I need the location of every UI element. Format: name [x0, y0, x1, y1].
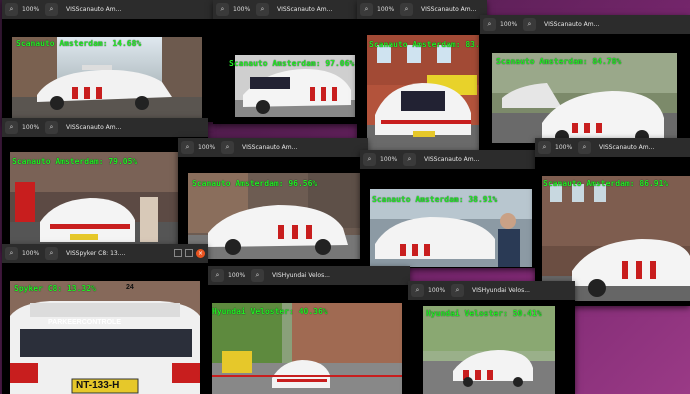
detection-label: Scanauto Amsterdam: 83.55%: [369, 40, 487, 49]
window-titlebar[interactable]: ⌕ 100% ⌕ VISScanauto Am...: [2, 0, 214, 20]
zoom-level: 100%: [198, 144, 216, 151]
photo-hyundai: [212, 303, 402, 394]
detection-label: Scanauto Amsterdam: 14.68%: [16, 39, 142, 48]
detection-label: Scanauto Amsterdam: 96.56%: [192, 179, 318, 188]
image-canvas: Scanauto Amsterdam: 38.91%: [360, 169, 540, 268]
zoom-out-icon[interactable]: ⌕: [411, 284, 424, 297]
maximize-icon[interactable]: [185, 249, 193, 257]
window-title: VISScanauto Am...: [544, 21, 600, 28]
zoom-in-icon[interactable]: ⌕: [45, 3, 58, 16]
zoom-in-icon[interactable]: ⌕: [45, 121, 58, 134]
detection-label: Hyundai Veloster: 50.41%: [426, 309, 542, 318]
zoom-out-icon[interactable]: ⌕: [5, 3, 18, 16]
detection-label: Spyker C8: 13.32%: [14, 284, 96, 293]
zoom-level: 100%: [428, 287, 446, 294]
viewer-window-10[interactable]: ⌕ 100% ⌕ VISHyundai Velos... Hyundai Vel…: [208, 266, 410, 394]
window-title: VISScanauto Am...: [424, 156, 480, 163]
photo-scanauto: [367, 35, 479, 151]
zoom-out-icon[interactable]: ⌕: [363, 153, 376, 166]
window-titlebar[interactable]: ⌕ 100% ⌕ VISHyundai Velos...: [208, 266, 410, 286]
photo-hyundai: [423, 306, 555, 394]
detection-label: Scanauto Amsterdam: 97.06%: [229, 59, 355, 68]
window-titlebar[interactable]: ⌕ 100% ⌕ VISHyundai Velos...: [408, 281, 575, 301]
image-canvas: Hyundai Veloster: 40.36%: [208, 285, 410, 394]
detection-label: Scanauto Amsterdam: 38.91%: [372, 195, 498, 204]
photo-scanauto: [10, 152, 180, 247]
window-titlebar[interactable]: ⌕ 100% ⌕ VISScanauto Am...: [357, 0, 487, 20]
photo-scanauto: [492, 53, 677, 143]
window-titlebar[interactable]: ⌕ 100% ⌕ VISScanauto Am...: [535, 138, 690, 158]
detection-label: Scanauto Amsterdam: 86.91%: [543, 179, 669, 188]
window-titlebar[interactable]: ⌕ 100% ⌕ VISScanauto Am...: [480, 15, 690, 35]
zoom-out-icon[interactable]: ⌕: [483, 18, 496, 31]
viewer-window-9[interactable]: ⌕ 100% ⌕ VISSpyker C8: 13.... × PARKEERC…: [2, 244, 208, 394]
zoom-out-icon[interactable]: ⌕: [360, 3, 373, 16]
zoom-in-icon[interactable]: ⌕: [523, 18, 536, 31]
zoom-out-icon[interactable]: ⌕: [538, 141, 551, 154]
window-titlebar[interactable]: ⌕ 100% ⌕ VISScanauto Am...: [213, 0, 359, 20]
window-titlebar[interactable]: ⌕ 100% ⌕ VISScanauto Am...: [360, 150, 540, 170]
zoom-level: 100%: [500, 21, 518, 28]
close-icon[interactable]: ×: [196, 249, 205, 258]
detection-label: Scanauto Amsterdam: 79.05%: [12, 157, 138, 166]
image-canvas: Scanauto Amsterdam: 84.78%: [480, 34, 690, 155]
parkeercontrole-text: PARKEERCONTROLE: [48, 319, 121, 326]
zoom-out-icon[interactable]: ⌕: [5, 121, 18, 134]
zoom-in-icon[interactable]: ⌕: [45, 247, 58, 260]
window-title: VISHyundai Velos...: [472, 287, 530, 294]
detection-label: Hyundai Veloster: 40.36%: [212, 307, 328, 316]
zoom-in-icon[interactable]: ⌕: [403, 153, 416, 166]
zoom-out-icon[interactable]: ⌕: [211, 269, 224, 282]
window-titlebar[interactable]: ⌕ 100% ⌕ VISScanauto Am...: [178, 138, 368, 158]
zoom-level: 100%: [380, 156, 398, 163]
image-canvas: Scanauto Amsterdam: 97.06%: [213, 19, 359, 124]
zoom-level: 100%: [22, 6, 40, 13]
minimize-icon[interactable]: [174, 249, 182, 257]
zoom-level: 100%: [228, 272, 246, 279]
zoom-level: 100%: [555, 144, 573, 151]
viewer-window-11[interactable]: ⌕ 100% ⌕ VISHyundai Velos... Hyundai Vel…: [408, 281, 575, 394]
window-titlebar[interactable]: ⌕ 100% ⌕ VISSpyker C8: 13.... ×: [2, 244, 208, 264]
viewer-window-1[interactable]: ⌕ 100% ⌕ VISScanauto Am... Scanauto Amst…: [2, 0, 214, 122]
viewer-window-3[interactable]: ⌕ 100% ⌕ VISScanauto Am... Scanauto Amst…: [357, 0, 487, 160]
zoom-in-icon[interactable]: ⌕: [578, 141, 591, 154]
zoom-in-icon[interactable]: ⌕: [221, 141, 234, 154]
image-canvas: PARKEERCONTROLE 24 NT-133-H Spyker C8: 1…: [2, 263, 208, 394]
zoom-level: 100%: [377, 6, 395, 13]
window-title: VISScanauto Am...: [66, 6, 122, 13]
image-canvas: Scanauto Amsterdam: 14.68%: [2, 19, 214, 122]
image-canvas: Scanauto Amsterdam: 83.55%: [357, 19, 487, 160]
zoom-in-icon[interactable]: ⌕: [451, 284, 464, 297]
zoom-in-icon[interactable]: ⌕: [251, 269, 264, 282]
zoom-out-icon[interactable]: ⌕: [5, 247, 18, 260]
window-title: VISScanauto Am...: [277, 6, 333, 13]
zoom-out-icon[interactable]: ⌕: [216, 3, 229, 16]
window-title: VISSpyker C8: 13....: [66, 250, 126, 257]
window-controls: ×: [174, 249, 205, 258]
window-title: VISScanauto Am...: [599, 144, 655, 151]
detection-label: Scanauto Amsterdam: 84.78%: [496, 57, 622, 66]
zoom-level: 100%: [233, 6, 251, 13]
vehicle-number: 24: [126, 284, 134, 291]
viewer-window-4[interactable]: ⌕ 100% ⌕ VISScanauto Am... Scanauto Amst…: [480, 15, 690, 155]
zoom-level: 100%: [22, 124, 40, 131]
zoom-in-icon[interactable]: ⌕: [256, 3, 269, 16]
license-plate: NT-133-H: [76, 380, 120, 391]
window-title: VISScanauto Am...: [66, 124, 122, 131]
window-title: VISScanauto Am...: [421, 6, 477, 13]
viewer-window-2[interactable]: ⌕ 100% ⌕ VISScanauto Am... Scanauto Amst…: [213, 0, 359, 124]
photo-spyker: PARKEERCONTROLE 24 NT-133-H: [10, 281, 200, 394]
zoom-out-icon[interactable]: ⌕: [181, 141, 194, 154]
image-canvas: Hyundai Veloster: 50.41%: [408, 300, 575, 394]
window-title: VISScanauto Am...: [242, 144, 298, 151]
viewer-window-7[interactable]: ⌕ 100% ⌕ VISScanauto Am... Scanauto Amst…: [360, 150, 540, 268]
photo-scanauto: [12, 37, 202, 119]
zoom-level: 100%: [22, 250, 40, 257]
window-title: VISHyundai Velos...: [272, 272, 330, 279]
window-titlebar[interactable]: ⌕ 100% ⌕ VISScanauto Am...: [2, 118, 208, 138]
zoom-in-icon[interactable]: ⌕: [400, 3, 413, 16]
